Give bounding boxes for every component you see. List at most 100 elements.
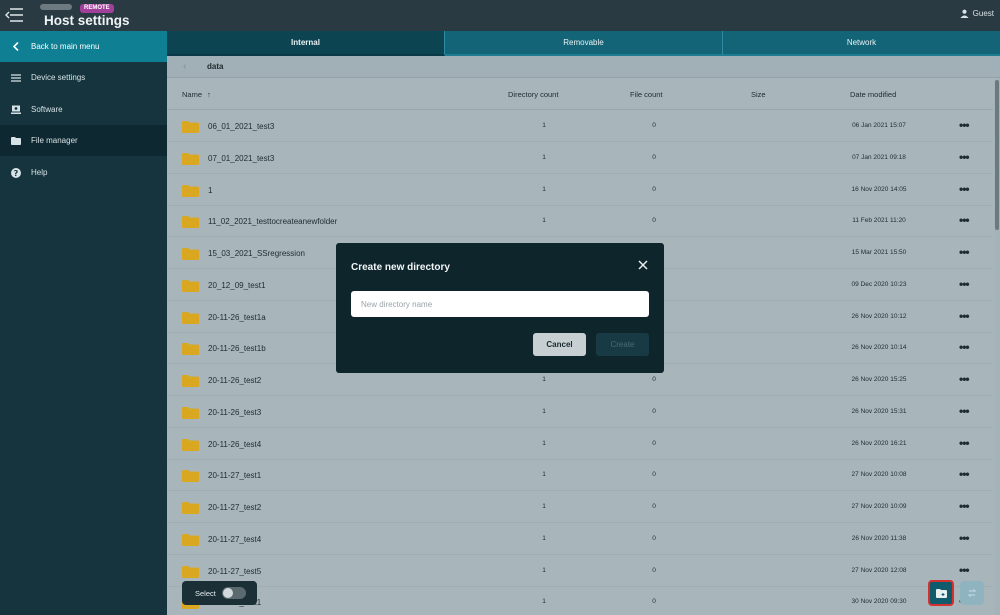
table-row[interactable]: 20-11-27_test5 1 0 27 Nov 2020 12:08 ••• xyxy=(167,555,993,587)
column-header-size[interactable]: Size xyxy=(751,90,766,99)
row-more-menu[interactable]: ••• xyxy=(959,340,970,354)
top-bar: REMOTE Host settings Guest xyxy=(0,0,1000,31)
new-folder-button[interactable] xyxy=(928,580,954,606)
refresh-icon xyxy=(967,589,977,597)
table-row[interactable]: 20-11-26_test3 1 0 26 Nov 2020 15:31 ••• xyxy=(167,396,993,428)
date-modified: 26 Nov 2020 15:25 xyxy=(851,376,907,383)
folder-icon xyxy=(182,279,199,292)
table-row[interactable]: 20-11-27_test4 1 0 26 Nov 2020 11:38 ••• xyxy=(167,523,993,555)
row-more-menu[interactable]: ••• xyxy=(959,150,970,164)
table-row[interactable]: 20-11-27_test2 1 0 27 Nov 2020 10:09 ••• xyxy=(167,491,993,523)
file-name[interactable]: 20-11-26_test1a xyxy=(208,313,266,322)
table-row[interactable]: 20-11-27_test1 1 0 27 Nov 2020 10:08 ••• xyxy=(167,459,993,492)
sidebar-item-help[interactable]: ? Help xyxy=(0,157,167,188)
row-more-menu[interactable]: ••• xyxy=(959,245,970,259)
row-more-menu[interactable]: ••• xyxy=(959,499,970,513)
device-name-redacted xyxy=(40,4,72,10)
table-row[interactable]: 07_01_2021_test3 1 0 07 Jan 2021 09:18 ••• xyxy=(167,142,993,174)
file-count: 0 xyxy=(652,407,656,415)
file-name[interactable]: 07_01_2021_test3 xyxy=(208,154,274,163)
sidebar-item-label: Help xyxy=(31,168,48,177)
table-row[interactable]: 20-11-30_test11030 Nov 2020 09:30••• xyxy=(167,586,993,615)
file-name[interactable]: 20-11-26_test4 xyxy=(208,440,261,449)
new-folder-icon xyxy=(935,588,947,598)
row-more-menu[interactable]: ••• xyxy=(959,118,970,132)
scrollbar-thumb[interactable] xyxy=(995,80,999,230)
date-modified: 26 Nov 2020 10:12 xyxy=(851,312,907,320)
date-modified: 27 Nov 2020 10:08 xyxy=(851,471,907,479)
file-count: 0 xyxy=(652,471,656,479)
file-name[interactable]: 20-11-26_test1b xyxy=(208,344,266,353)
file-name[interactable]: 20-11-27_test1 xyxy=(208,471,261,480)
sidebar-item-software[interactable]: Software xyxy=(0,94,167,125)
sidebar-item-device-settings[interactable]: Device settings xyxy=(0,62,167,93)
row-more-menu[interactable]: ••• xyxy=(959,277,970,291)
directory-count: 1 xyxy=(542,534,546,542)
toggle-switch[interactable] xyxy=(221,587,246,599)
column-header-date-modified[interactable]: Date modified xyxy=(850,90,896,99)
close-icon[interactable] xyxy=(636,258,650,272)
file-name[interactable]: 06_01_2021_test3 xyxy=(208,122,274,131)
folder-icon xyxy=(182,470,199,483)
row-more-menu[interactable]: ••• xyxy=(959,182,970,196)
date-modified: 27 Nov 2020 12:08 xyxy=(851,566,907,574)
chevron-left-icon[interactable]: ‹ xyxy=(183,61,186,72)
help-icon: ? xyxy=(10,167,21,178)
file-name[interactable]: 11_02_2021_testtocreateanewfolder xyxy=(208,217,337,226)
row-more-menu[interactable]: ••• xyxy=(959,531,970,545)
date-modified: 07 Jan 2021 09:18 xyxy=(852,153,906,161)
create-button[interactable]: Create xyxy=(596,333,649,356)
select-mode-toggle[interactable]: Select xyxy=(182,581,257,605)
file-count: 0 xyxy=(652,566,656,574)
row-more-menu[interactable]: ••• xyxy=(959,436,970,450)
folder-icon xyxy=(182,248,199,260)
column-header-name[interactable]: Name ↑ xyxy=(182,90,211,99)
breadcrumb: ‹ data xyxy=(167,56,1000,78)
directory-count: 1 xyxy=(542,439,546,447)
user-menu[interactable]: Guest xyxy=(960,9,994,18)
folder-icon xyxy=(182,375,199,387)
folder-icon xyxy=(182,533,199,546)
cancel-button[interactable]: Cancel xyxy=(533,333,586,356)
column-header-directory-count[interactable]: Directory count xyxy=(508,90,558,99)
row-more-menu[interactable]: ••• xyxy=(959,563,970,577)
folder-icon xyxy=(182,343,199,356)
file-count: 0 xyxy=(652,534,656,542)
file-name[interactable]: 20-11-27_test4 xyxy=(208,535,261,544)
row-more-menu[interactable]: ••• xyxy=(959,372,970,386)
date-modified: 26 Nov 2020 16:21 xyxy=(851,439,907,447)
menu-collapse-icon[interactable] xyxy=(4,8,24,22)
file-name[interactable]: 20_12_09_test1 xyxy=(208,281,265,290)
file-name[interactable]: 20-11-27_test5 xyxy=(208,567,261,576)
table-header: Name ↑ Directory count File count Size D… xyxy=(167,78,993,110)
table-row[interactable]: 1 1 0 16 Nov 2020 14:05 ••• xyxy=(167,174,993,206)
tab-removable[interactable]: Removable xyxy=(445,31,723,56)
date-modified: 09 Dec 2020 10:23 xyxy=(851,280,907,288)
file-name[interactable]: 1 xyxy=(208,186,212,195)
row-more-menu[interactable]: ••• xyxy=(959,309,970,323)
table-row[interactable]: 20-11-26_test4 1 0 26 Nov 2020 16:21 ••• xyxy=(167,428,993,460)
row-more-menu[interactable]: ••• xyxy=(959,404,970,418)
tab-network[interactable]: Network xyxy=(723,31,1000,56)
folder-icon xyxy=(182,184,199,197)
column-header-file-count[interactable]: File count xyxy=(630,90,663,99)
date-modified: 16 Nov 2020 14:05 xyxy=(851,185,907,193)
tab-internal[interactable]: Internal xyxy=(167,31,445,56)
file-name[interactable]: 20-11-27_test2 xyxy=(208,503,261,512)
folder-icon xyxy=(182,406,199,419)
table-row[interactable]: 06_01_2021_test3 1 0 06 Jan 2021 15:07 ••• xyxy=(167,110,993,142)
file-count: 0 xyxy=(652,217,656,225)
sidebar-item-back[interactable]: Back to main menu xyxy=(0,31,167,62)
dialog-title: Create new directory xyxy=(351,262,450,273)
file-name[interactable]: 20-11-26_test2 xyxy=(208,376,261,385)
file-name[interactable]: 15_03_2021_SSregression xyxy=(208,249,305,258)
table-row[interactable]: 11_02_2021_testtocreateanewfolder 1 0 11 Fe… xyxy=(167,205,993,238)
refresh-button[interactable] xyxy=(960,581,984,605)
row-more-menu[interactable]: ••• xyxy=(959,213,970,227)
directory-count: 1 xyxy=(542,407,546,415)
file-name[interactable]: 20-11-26_test3 xyxy=(208,408,261,417)
directory-name-input[interactable] xyxy=(351,291,649,317)
sidebar-item-file-manager[interactable]: File manager xyxy=(0,125,167,156)
scrollbar[interactable] xyxy=(994,78,1000,615)
row-more-menu[interactable]: ••• xyxy=(959,467,970,481)
